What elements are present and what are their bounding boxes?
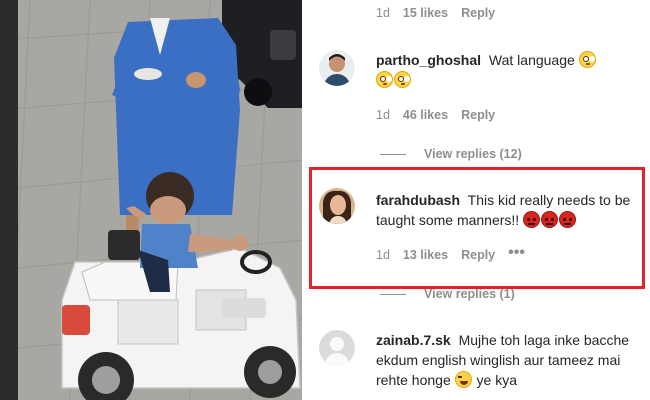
comment-time: 1d (376, 6, 390, 20)
user-avatar-default[interactable] (319, 330, 355, 366)
comment-username[interactable]: partho_ghoshal (376, 52, 481, 68)
comment-username[interactable]: zainab.7.sk (376, 332, 451, 348)
post-photo (0, 0, 302, 400)
replies-divider (380, 293, 406, 295)
view-replies-label: View replies (1) (424, 287, 515, 301)
flushed-face-emoji-icon (578, 51, 596, 68)
comment-meta-row: 1d 15 likes Reply (376, 6, 508, 20)
photo-child-toy-car-image (0, 0, 302, 400)
flushed-face-emoji-icon (394, 71, 411, 88)
reply-button[interactable]: Reply (461, 6, 495, 20)
comment-likes[interactable]: 46 likes (403, 108, 448, 122)
highlight-box (309, 167, 645, 289)
comment-meta-row: 1d 46 likes Reply (376, 108, 508, 122)
view-replies-label: View replies (12) (424, 147, 522, 161)
comment-likes[interactable]: 15 likes (403, 6, 448, 20)
comment-text-tail: ye kya (476, 372, 517, 388)
comment-text: Wat language (488, 52, 575, 68)
avatar-image-icon (319, 50, 355, 86)
tears-of-joy-emoji-icon (454, 371, 472, 388)
comment-body: partho_ghoshal Wat language (376, 50, 636, 90)
comment-time: 1d (376, 108, 390, 122)
replies-divider (380, 153, 406, 155)
reply-button[interactable]: Reply (461, 108, 495, 122)
flushed-face-emoji-icon (376, 71, 393, 88)
default-avatar-icon (319, 330, 355, 366)
comment-body: zainab.7.sk Mujhe toh laga inke bacche e… (376, 330, 636, 390)
user-avatar[interactable] (319, 50, 355, 86)
view-replies-button[interactable]: View replies (12) (380, 147, 522, 161)
view-replies-button[interactable]: View replies (1) (380, 287, 515, 301)
